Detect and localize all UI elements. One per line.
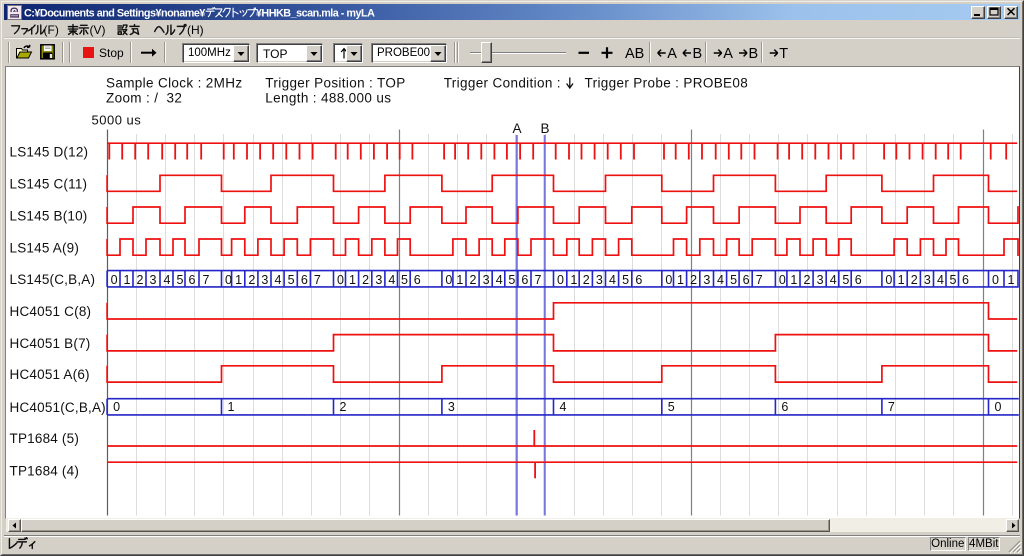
- svg-text:7: 7: [314, 273, 321, 287]
- svg-text:4: 4: [937, 273, 944, 287]
- svg-text:0: 0: [337, 273, 344, 287]
- svg-text:0: 0: [992, 273, 999, 287]
- svg-text:2: 2: [137, 273, 144, 287]
- svg-text:0: 0: [885, 273, 892, 287]
- svg-text:6: 6: [743, 273, 750, 287]
- svg-text:4: 4: [717, 273, 724, 287]
- svg-text:1: 1: [898, 273, 905, 287]
- svg-text:3: 3: [596, 273, 603, 287]
- svg-text:5000 us: 5000 us: [92, 113, 142, 128]
- svg-text:4: 4: [609, 273, 616, 287]
- svg-text:5: 5: [668, 400, 675, 414]
- svg-text:1: 1: [570, 273, 577, 287]
- svg-text:1: 1: [235, 273, 242, 287]
- svg-text:0: 0: [111, 273, 118, 287]
- svg-text:1: 1: [1008, 273, 1015, 287]
- svg-text:2: 2: [583, 273, 590, 287]
- svg-text:1: 1: [456, 273, 463, 287]
- svg-text:0: 0: [445, 273, 452, 287]
- svg-text:7: 7: [756, 273, 763, 287]
- svg-text:3: 3: [261, 273, 268, 287]
- svg-text:Trigger Probe : PROBE08: Trigger Probe : PROBE08: [585, 76, 749, 91]
- svg-text:4: 4: [275, 273, 282, 287]
- svg-text:1: 1: [349, 273, 356, 287]
- svg-text:2: 2: [804, 273, 811, 287]
- svg-text:5: 5: [288, 273, 295, 287]
- svg-text:0: 0: [557, 273, 564, 287]
- svg-text:0: 0: [665, 273, 672, 287]
- svg-text:0: 0: [779, 273, 786, 287]
- svg-text:7: 7: [535, 273, 542, 287]
- svg-text:3: 3: [375, 273, 382, 287]
- svg-text:5: 5: [508, 273, 515, 287]
- svg-text:5: 5: [842, 273, 849, 287]
- svg-text:6: 6: [521, 273, 528, 287]
- svg-text:0: 0: [995, 400, 1002, 414]
- svg-text:5: 5: [622, 273, 629, 287]
- svg-text:4: 4: [496, 273, 503, 287]
- svg-text:2: 2: [248, 273, 255, 287]
- svg-text:7: 7: [888, 400, 895, 414]
- svg-text:0: 0: [225, 273, 232, 287]
- svg-text:6: 6: [414, 273, 421, 287]
- svg-text:4: 4: [560, 400, 567, 414]
- svg-text:B: B: [540, 121, 549, 136]
- svg-text:6: 6: [635, 273, 642, 287]
- svg-text:4: 4: [164, 273, 171, 287]
- svg-text:Sample Clock : 2MHz: Sample Clock : 2MHz: [106, 76, 242, 91]
- svg-text:1: 1: [124, 273, 131, 287]
- svg-text:6: 6: [301, 273, 308, 287]
- svg-text:5: 5: [730, 273, 737, 287]
- svg-text:5: 5: [950, 273, 957, 287]
- svg-text:3: 3: [448, 400, 455, 414]
- svg-text:1: 1: [228, 400, 235, 414]
- svg-text:2: 2: [690, 273, 697, 287]
- svg-text:3: 3: [924, 273, 931, 287]
- svg-text:4: 4: [830, 273, 837, 287]
- svg-text:Trigger Condition :: Trigger Condition :: [444, 76, 561, 91]
- svg-text:Length : 488.000 us: Length : 488.000 us: [265, 91, 391, 106]
- svg-text:7: 7: [203, 273, 210, 287]
- svg-text:3: 3: [150, 273, 157, 287]
- svg-text:2: 2: [470, 273, 477, 287]
- svg-text:6: 6: [962, 273, 969, 287]
- svg-text:2: 2: [340, 400, 347, 414]
- svg-text:4: 4: [388, 273, 395, 287]
- svg-text:3: 3: [817, 273, 824, 287]
- svg-text:1: 1: [790, 273, 797, 287]
- svg-text:6: 6: [189, 273, 196, 287]
- svg-text:A: A: [512, 121, 521, 136]
- svg-text:0: 0: [113, 400, 120, 414]
- svg-text:1: 1: [677, 273, 684, 287]
- svg-text:6: 6: [781, 400, 788, 414]
- svg-text:5: 5: [177, 273, 184, 287]
- svg-text:5: 5: [401, 273, 408, 287]
- svg-text:Zoom : / 32: Zoom : / 32: [106, 91, 182, 106]
- svg-text:6: 6: [855, 273, 862, 287]
- svg-text:2: 2: [911, 273, 918, 287]
- svg-text:3: 3: [703, 273, 710, 287]
- svg-text:2: 2: [362, 273, 369, 287]
- svg-text:3: 3: [483, 273, 490, 287]
- svg-text:Trigger Position : TOP: Trigger Position : TOP: [265, 76, 405, 91]
